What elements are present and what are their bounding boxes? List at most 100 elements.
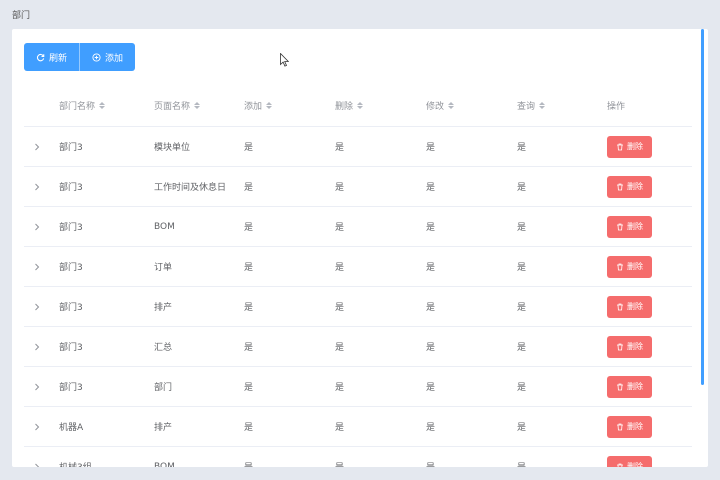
cell-department: 机器A [59,423,84,433]
delete-button[interactable]: 删除 [607,215,652,238]
delete-button[interactable]: 删除 [607,175,652,198]
cell-modify: 是 [426,303,436,313]
cell-query: 是 [517,343,527,353]
expand-toggle[interactable] [34,207,50,246]
expand-toggle[interactable] [34,447,50,467]
trash-icon [617,423,623,430]
column-header-add[interactable]: 添加 [244,85,273,126]
add-button[interactable]: 添加 [80,43,136,71]
expand-toggle[interactable] [34,127,50,166]
table-row: 部门3 订单 是 是 是 是 删除 [24,247,692,287]
table-row: 部门3 BOM 是 是 是 是 删除 [24,207,692,247]
cell-page: 排产 [154,423,173,433]
cell-department: 部门3 [59,383,83,393]
trash-icon [617,383,623,390]
sort-icon [99,102,106,109]
cell-department: 部门3 [59,183,83,193]
cell-modify: 是 [426,183,436,193]
column-header-label: 修改 [426,102,445,112]
cell-modify: 是 [426,223,436,233]
cell-modify: 是 [426,263,436,273]
delete-button[interactable]: 删除 [607,135,652,158]
cell-modify: 是 [426,447,435,467]
delete-label: 删除 [627,222,643,231]
cell-query: 是 [517,143,527,153]
chevron-right-icon [35,463,40,467]
table-row: 部门3 工作时间及休息日 是 是 是 是 删除 [24,167,692,207]
cell-delete: 是 [335,143,345,153]
cell-actions: 删除 [607,327,652,366]
cell-add: 是 [244,183,254,193]
table-header-row: 部门名称 页面名称 添加 删除 修改 查询 操作 [24,85,692,127]
column-header-department[interactable]: 部门名称 [59,85,106,126]
table-row: 部门3 汇总 是 是 是 是 删除 [24,327,692,367]
expand-toggle[interactable] [34,167,50,206]
cell-actions: 删除 [607,287,652,326]
column-header-query[interactable]: 查询 [517,85,546,126]
chevron-right-icon [35,303,40,310]
cell-page: 模块单位 [154,143,191,153]
delete-label: 删除 [627,302,643,311]
column-header-label: 页面名称 [154,102,191,112]
cell-query: 是 [517,303,527,313]
column-header-delete[interactable]: 删除 [335,85,364,126]
trash-icon [617,303,623,310]
cell-delete: 是 [335,183,345,193]
expand-toggle[interactable] [34,327,50,366]
cell-page: 工作时间及休息日 [154,183,227,193]
cell-add: 是 [244,383,254,393]
refresh-button[interactable]: 刷新 [24,43,81,71]
delete-label: 删除 [627,142,643,151]
table-row: 部门3 排产 是 是 是 是 删除 [24,287,692,327]
trash-icon [617,463,623,467]
cell-actions: 删除 [607,167,652,206]
delete-button[interactable]: 删除 [607,455,652,467]
cell-add: 是 [244,263,254,273]
trash-icon [617,263,623,270]
column-header-page[interactable]: 页面名称 [154,85,201,126]
vertical-scrollbar[interactable] [701,29,704,385]
cell-query: 是 [517,263,527,273]
delete-button[interactable]: 删除 [607,295,652,318]
table-row: 机械3组 BOM 是 是 是 是 删除 [24,447,692,467]
cell-delete: 是 [335,447,344,467]
column-header-label: 部门名称 [59,102,96,112]
column-header-label: 查询 [517,102,536,112]
cell-department: 部门3 [59,343,83,353]
cell-add: 是 [244,303,254,313]
delete-button[interactable]: 删除 [607,415,652,438]
cell-add: 是 [244,223,254,233]
page-title: 部门 [12,11,31,21]
chevron-right-icon [35,183,40,190]
column-header-label: 删除 [335,102,354,112]
delete-button[interactable]: 删除 [607,255,652,278]
delete-button[interactable]: 删除 [607,375,652,398]
cell-department: 部门3 [59,263,83,273]
delete-label: 删除 [627,182,643,191]
cell-modify: 是 [426,383,436,393]
expand-toggle[interactable] [34,367,50,406]
cell-page: BOM [154,221,175,232]
chevron-right-icon [35,383,40,390]
cell-modify: 是 [426,143,436,153]
delete-button[interactable]: 删除 [607,335,652,358]
cell-delete: 是 [335,263,345,273]
cell-delete: 是 [335,303,345,313]
delete-label: 删除 [627,342,643,351]
expand-toggle[interactable] [34,247,50,286]
delete-label: 删除 [627,422,643,431]
table-row: 部门3 模块单位 是 是 是 是 删除 [24,127,692,167]
table-row: 部门3 部门 是 是 是 是 删除 [24,367,692,407]
delete-label: 删除 [627,462,643,467]
expand-toggle[interactable] [34,407,50,446]
cell-actions: 删除 [607,247,652,286]
column-header-modify[interactable]: 修改 [426,85,455,126]
mouse-cursor-icon [280,53,289,67]
chevron-right-icon [35,223,40,230]
cell-actions: 删除 [607,407,652,446]
refresh-label: 刷新 [49,53,68,64]
expand-toggle[interactable] [34,287,50,326]
cell-delete: 是 [335,223,345,233]
delete-label: 删除 [627,262,643,271]
cell-page: 汇总 [154,343,173,353]
